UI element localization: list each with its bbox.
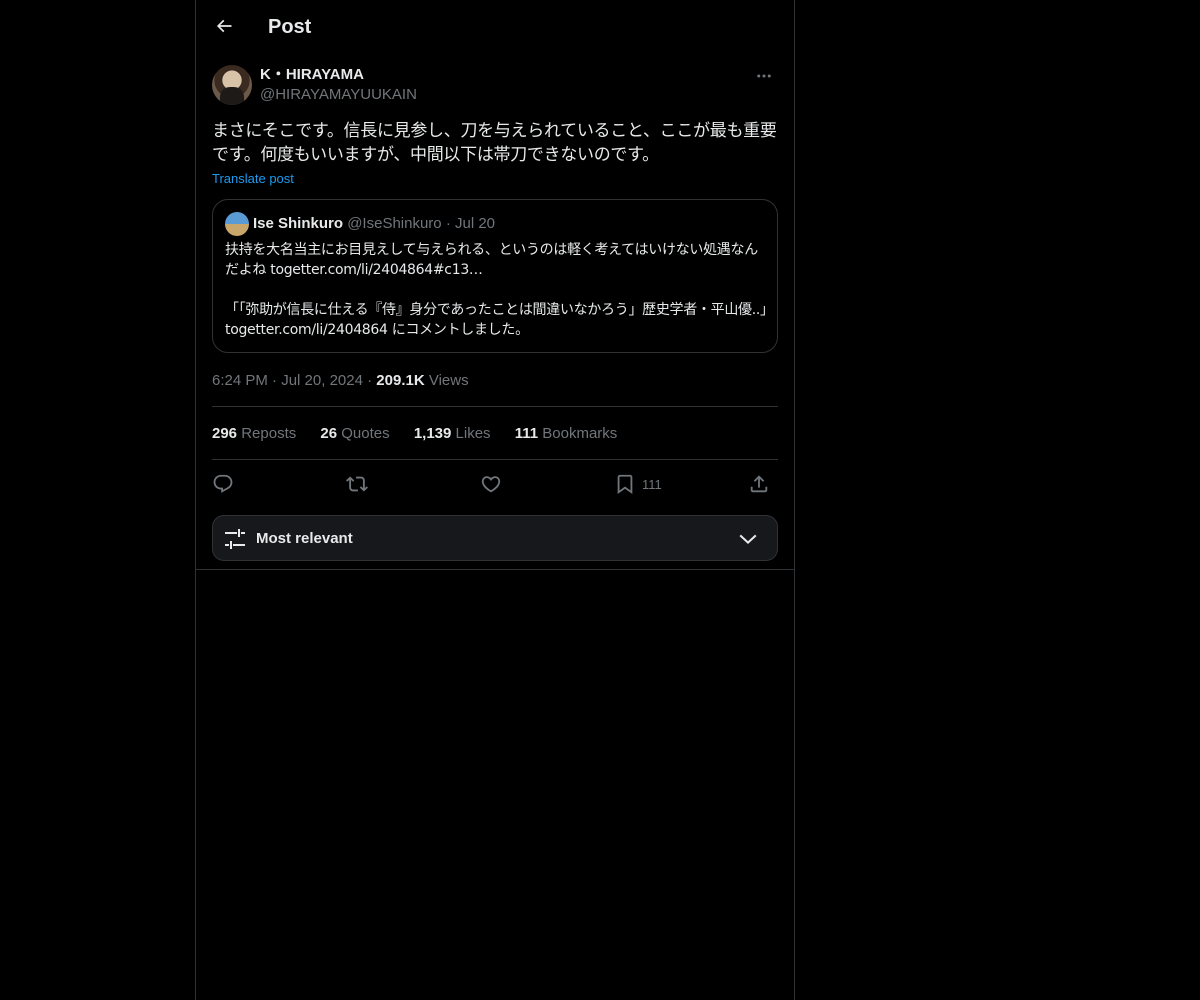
bookmark-button[interactable]: 111 [614,468,662,500]
quoted-post-text: 扶持を大名当主にお目見えして与えられる、というのは軽く考えてはいけない処遇なんだ… [225,240,767,340]
post-time[interactable]: 6:24 PM [212,372,268,389]
views-label: Views [428,372,469,389]
quoted-post-date: Jul 20 [455,215,496,232]
bookmarks-stat[interactable]: 111 Bookmarks [515,424,618,444]
quoted-author-name: Ise Shinkuro [253,215,344,232]
divider [196,569,794,570]
bookmark-icon [617,474,633,495]
arrow-left-icon [216,19,232,33]
heart-icon [481,476,501,493]
quoted-paragraph: 扶持を大名当主にお目見えして与えられる、というのは軽く考えてはいけない処遇なんだ… [225,242,758,278]
more-icon [757,74,771,78]
sort-label: Most relevant [256,530,353,547]
quoted-post[interactable]: Ise Shinkuro @IseShinkuro · Jul 20 扶持を大名… [212,199,778,353]
action-bar: 111 [212,468,778,500]
translate-post-link[interactable]: Translate post [212,170,294,188]
post-meta: 6:24 PM · Jul 20, 2024 · 209.1K Views [212,371,469,391]
page-title: Post [268,16,312,38]
chevron-down-icon [739,534,757,545]
header: Post [196,0,794,54]
views-count: 209.1K [376,372,425,389]
like-button[interactable] [480,468,502,500]
quoted-post-header: Ise Shinkuro @IseShinkuro · Jul 20 [253,214,495,234]
reply-button[interactable] [212,468,234,500]
reply-sort-dropdown[interactable]: Most relevant [212,515,778,561]
share-icon [750,475,768,493]
author-handle[interactable]: @HIRAYAMAYUUKAIN [260,85,417,105]
reposts-stat[interactable]: 296 Reposts [212,424,296,444]
quotes-stat[interactable]: 26 Quotes [320,424,389,444]
sliders-icon [225,529,245,549]
repost-button[interactable] [346,468,368,500]
avatar [225,212,249,236]
divider [212,459,778,460]
separator-dot: · [367,372,373,389]
reply-icon [213,474,233,493]
post-author: K・HIRAYAMA @HIRAYAMAYUUKAIN [212,64,778,108]
avatar[interactable] [212,65,252,105]
repost-icon [346,476,368,492]
post-date[interactable]: Jul 20, 2024 [281,372,363,389]
author-name[interactable]: K・HIRAYAMA [260,65,364,85]
share-button[interactable] [748,468,770,500]
post-text: まさにそこです。信長に見参し、刀を与えられていること、ここが最も重要です。何度も… [212,121,777,165]
separator-dot: · [272,372,278,389]
back-button[interactable] [206,8,242,44]
quoted-author-handle: @IseShinkuro [347,215,442,232]
likes-stat[interactable]: 1,139 Likes [414,424,491,444]
quoted-paragraph: 「「弥助が信長に仕える『侍』身分であったことは間違いなかろう」歴史学者・平山優.… [225,302,767,338]
bookmark-count: 111 [642,476,662,492]
more-options-button[interactable] [750,64,778,88]
separator-dot: · [445,215,451,232]
engagement-stats: 296 Reposts 26 Quotes 1,139 Likes 111 Bo… [212,424,637,444]
divider [212,406,778,407]
post-column: Post K・HIRAYAMA @HIRAYAMAYUUKAIN まさにそこです… [195,0,795,1000]
